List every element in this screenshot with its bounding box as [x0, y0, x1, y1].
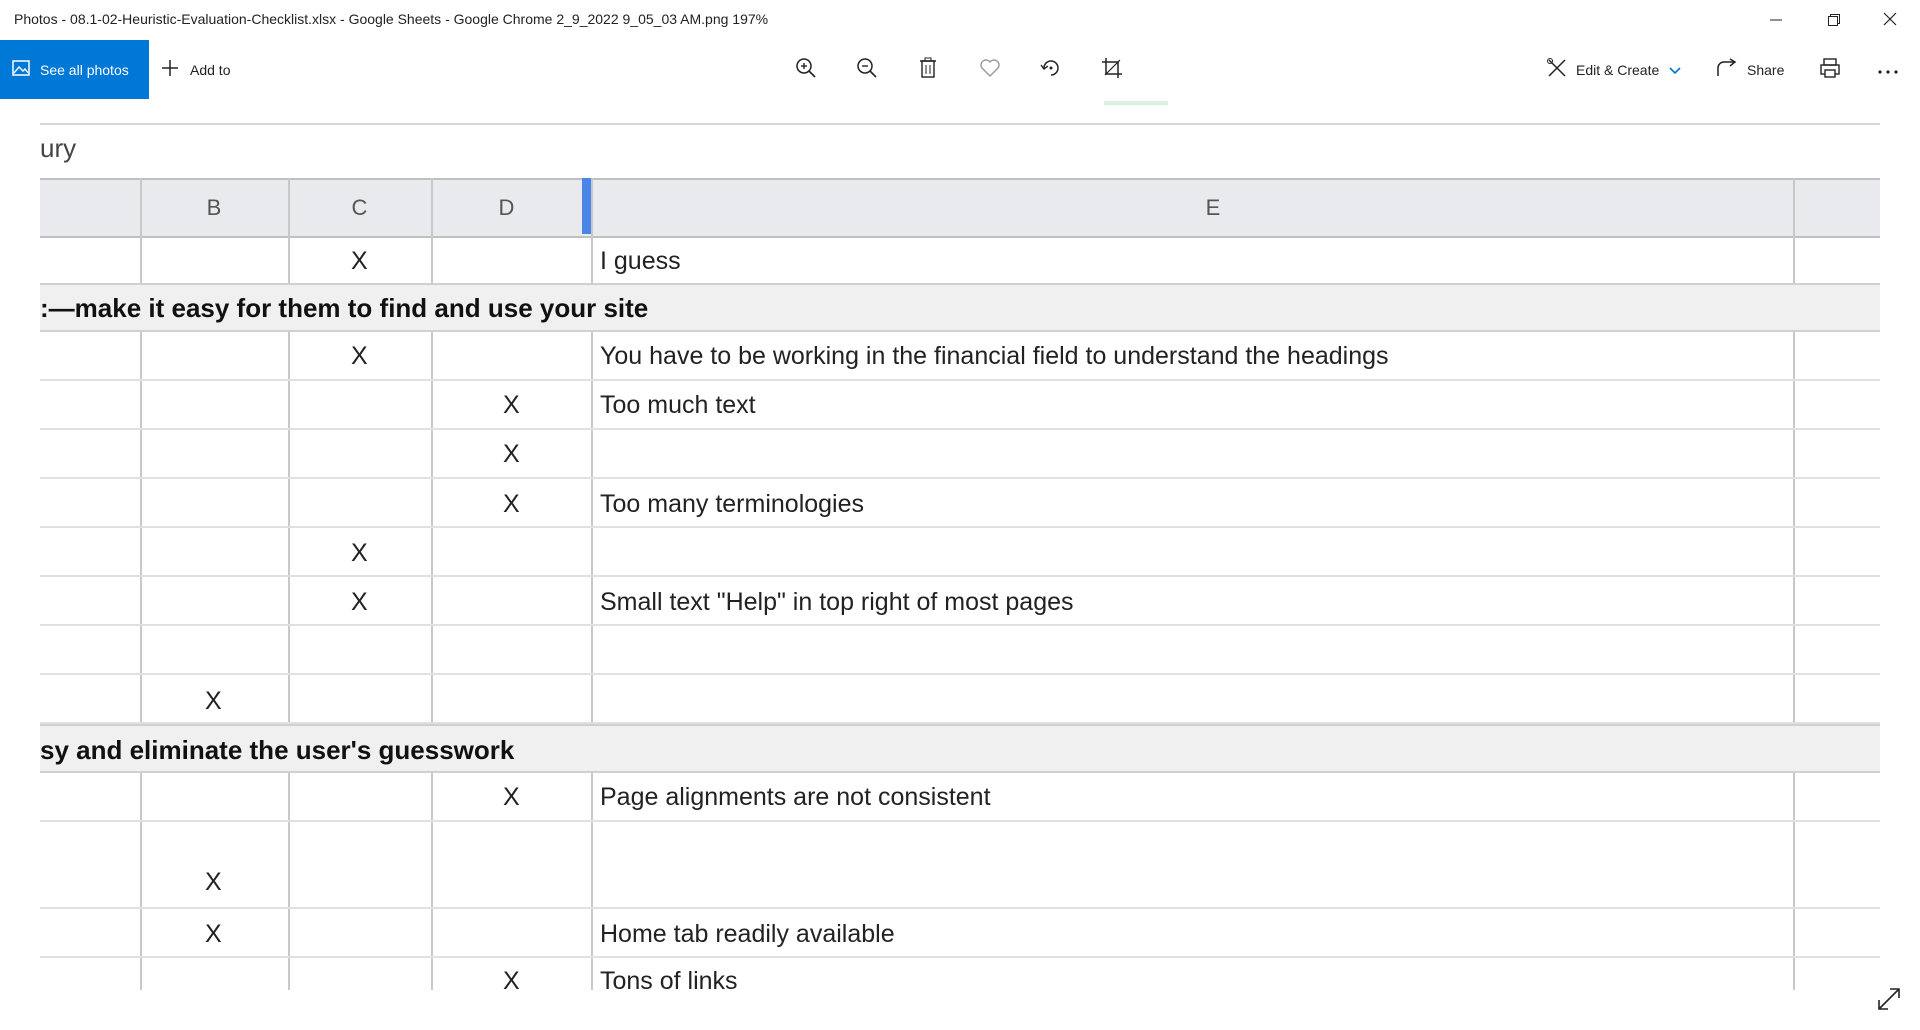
column-header-e[interactable]: E: [592, 180, 1834, 236]
zoom-in-button[interactable]: [784, 40, 828, 99]
restore-icon: [1828, 11, 1840, 30]
zoom-out-button[interactable]: [845, 40, 889, 99]
cell-d: X: [503, 967, 520, 990]
cell-b: X: [205, 687, 222, 715]
heart-icon: [979, 58, 1001, 82]
zoom-in-icon: [795, 57, 817, 83]
sheet-title: ury: [40, 133, 77, 163]
sheet-highlight: [1104, 101, 1168, 105]
column-header-c[interactable]: C: [288, 180, 431, 236]
cell-d: X: [503, 490, 520, 518]
print-button[interactable]: [1808, 40, 1852, 99]
table-row[interactable]: X Page alignments are not consistent: [40, 773, 1880, 822]
column-header-d[interactable]: D: [431, 180, 582, 236]
cell-e: I guess: [600, 247, 681, 275]
table-row[interactable]: X: [40, 822, 1880, 909]
cell-e: Home tab readily available: [600, 920, 895, 948]
table-row[interactable]: X Home tab readily available: [40, 909, 1880, 958]
window-title: Photos - 08.1-02-Heuristic-Evaluation-Ch…: [14, 11, 769, 27]
crop-icon: [1101, 57, 1123, 83]
column-header-b[interactable]: B: [140, 180, 288, 236]
cell-d: X: [503, 440, 520, 468]
rotate-button[interactable]: [1029, 40, 1073, 99]
edit-create-button[interactable]: Edit & Create: [1546, 40, 1694, 99]
cell-d: X: [503, 391, 520, 419]
cell-d: X: [503, 783, 520, 811]
cell-e: Page alignments are not consistent: [600, 783, 991, 811]
delete-button[interactable]: [906, 40, 950, 99]
table-row[interactable]: X Small text "Help" in top right of most…: [40, 577, 1880, 626]
table-row[interactable]: X Too much text: [40, 381, 1880, 430]
table-row[interactable]: X I guess: [40, 236, 1880, 285]
cell-e: Tons of links: [600, 967, 738, 990]
more-icon: [1877, 60, 1899, 79]
see-all-photos-label: See all photos: [40, 61, 129, 78]
sheet-divider: [40, 123, 1880, 125]
add-to-label: Add to: [190, 61, 231, 78]
table-row[interactable]: X: [40, 528, 1880, 577]
expand-icon: [1876, 988, 1902, 1016]
edit-create-icon: [1546, 57, 1568, 83]
favorite-button[interactable]: [968, 40, 1012, 99]
cell-e: Small text "Help" in top right of most p…: [600, 588, 1074, 616]
expand-fullscreen-button[interactable]: [1876, 986, 1906, 1016]
section-title: sy and eliminate the user's guesswork: [40, 735, 515, 765]
photo-icon: [12, 59, 30, 81]
section-title: :—make it easy for them to find and use …: [40, 293, 649, 323]
restore-button[interactable]: [1806, 0, 1862, 40]
edit-create-label: Edit & Create: [1576, 61, 1660, 78]
share-button[interactable]: Share: [1716, 40, 1792, 99]
cell-e: Too many terminologies: [600, 490, 865, 518]
printer-icon: [1819, 57, 1841, 83]
zoom-out-icon: [856, 57, 878, 83]
share-icon: [1716, 57, 1738, 82]
see-all-photos-button[interactable]: See all photos: [0, 40, 149, 99]
table-row[interactable]: X: [40, 675, 1880, 724]
table-row[interactable]: X Tons of links: [40, 958, 1880, 990]
column-header-row: B C D E: [40, 178, 1880, 238]
photos-toolbar: See all photos Add to Edit & Create Shar…: [0, 40, 1920, 99]
table-row[interactable]: X You have to be working in the financia…: [40, 332, 1880, 381]
section-row[interactable]: :—make it easy for them to find and use …: [40, 283, 1880, 332]
table-row[interactable]: X: [40, 430, 1880, 479]
cell-b: X: [205, 920, 222, 948]
table-row[interactable]: [40, 626, 1880, 675]
cell-c: X: [351, 539, 368, 567]
more-options-button[interactable]: [1866, 40, 1910, 99]
add-to-button[interactable]: Add to: [160, 40, 250, 99]
minimize-button[interactable]: [1748, 0, 1804, 40]
trash-icon: [918, 57, 938, 83]
title-bar: Photos - 08.1-02-Heuristic-Evaluation-Ch…: [0, 0, 1920, 40]
section-row[interactable]: sy and eliminate the user's guesswork: [40, 724, 1880, 773]
close-button[interactable]: [1862, 0, 1918, 40]
cell-b: X: [205, 868, 222, 896]
photo-canvas[interactable]: ury B C D E X I guess :—make it easy for…: [40, 99, 1880, 990]
cell-c: X: [351, 588, 368, 616]
cell-e: You have to be working in the financial …: [600, 342, 1389, 370]
chevron-down-icon: [1669, 60, 1681, 79]
rotate-icon: [1040, 57, 1062, 83]
close-icon: [1883, 11, 1897, 30]
crop-button[interactable]: [1090, 40, 1134, 99]
plus-icon: [160, 58, 180, 82]
cell-c: X: [351, 342, 368, 370]
cell-c: X: [351, 247, 368, 275]
minimize-icon: [1770, 11, 1782, 30]
cell-e: Too much text: [600, 391, 756, 419]
share-label: Share: [1747, 61, 1785, 78]
table-row[interactable]: X Too many terminologies: [40, 479, 1880, 528]
